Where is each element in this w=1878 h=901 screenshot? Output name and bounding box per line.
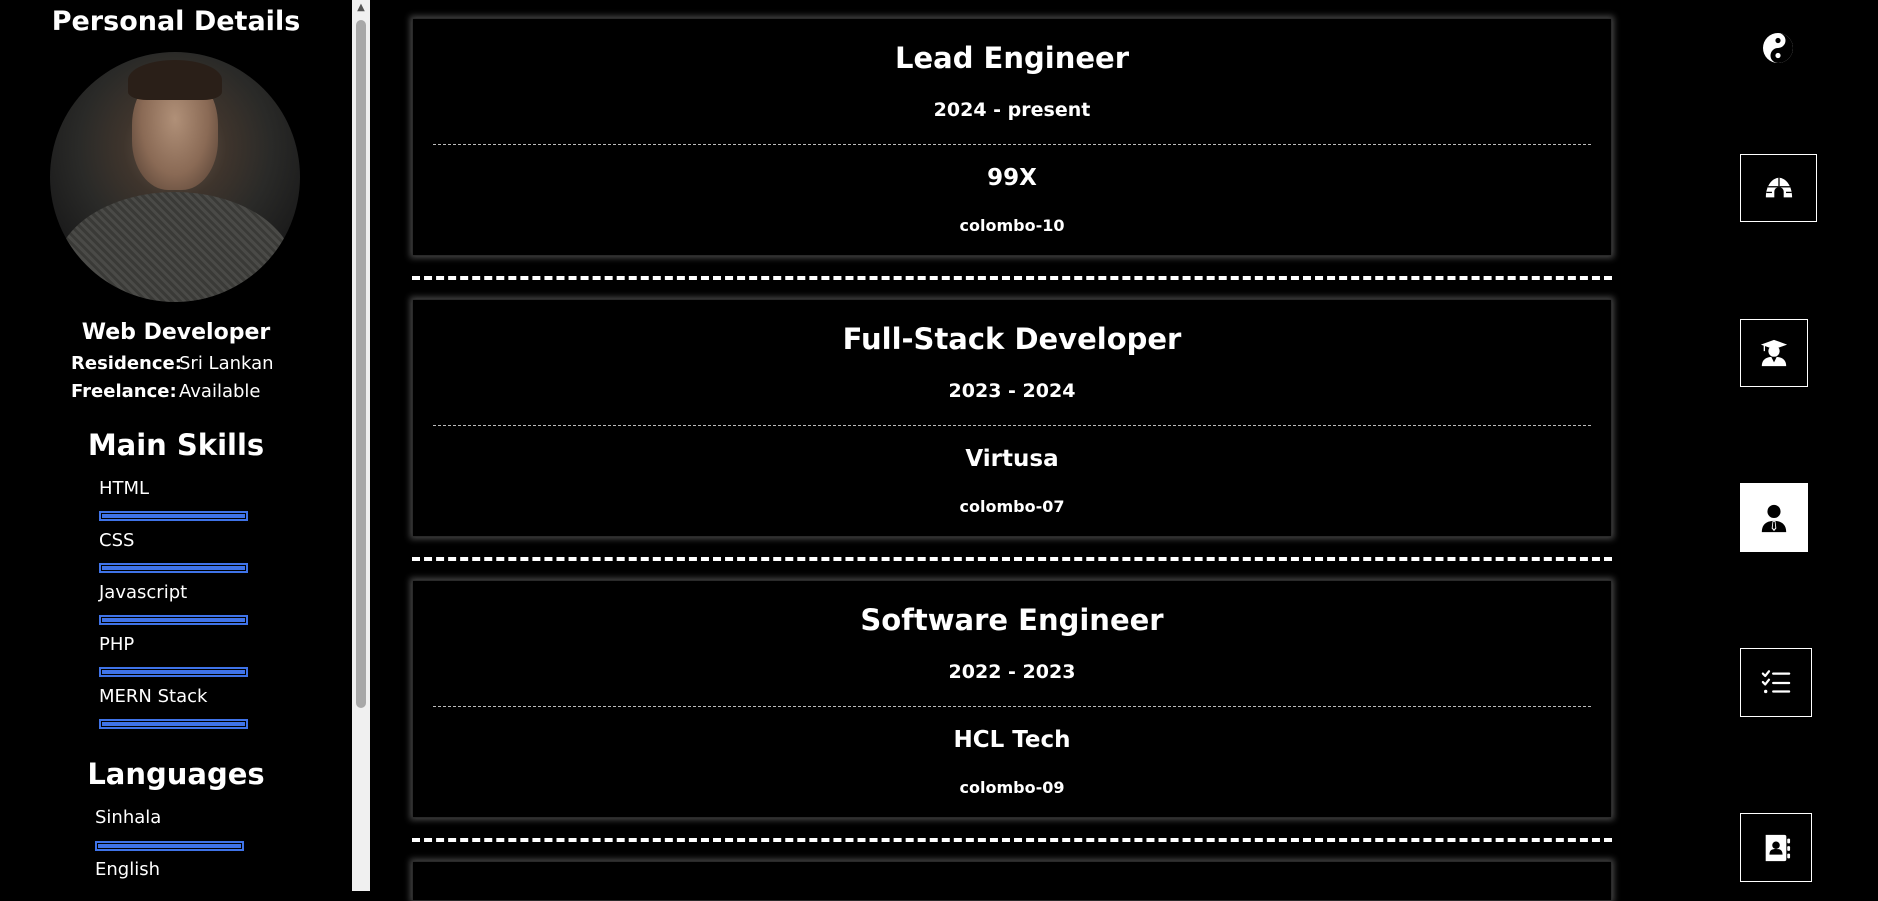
job-period: 2024 - present xyxy=(933,99,1091,121)
timeline-divider xyxy=(412,838,1612,842)
job-period: 2023 - 2024 xyxy=(948,380,1076,402)
residence-row: Residence:Sri Lankan xyxy=(71,353,274,374)
skill-bar xyxy=(99,563,248,573)
skill-bar xyxy=(99,615,248,625)
job-title: Lead Engineer xyxy=(894,41,1129,75)
company-location: colombo-07 xyxy=(959,497,1065,516)
experience-card: Lead Engineer 2024 - present 99X colombo… xyxy=(412,18,1612,256)
personal-details-sidebar: Personal Details Web Developer Residence… xyxy=(0,0,352,891)
graduate-icon xyxy=(1760,339,1788,367)
company-name: Virtusa xyxy=(965,446,1059,472)
main-skills-title: Main Skills xyxy=(87,428,265,462)
nav-experience-button[interactable] xyxy=(1740,483,1808,552)
experience-card xyxy=(412,861,1612,901)
language-bar xyxy=(95,841,244,851)
skill-label: Javascript xyxy=(99,582,188,603)
company-location: colombo-09 xyxy=(959,778,1065,797)
sidebar-scrollbar[interactable]: ▲ xyxy=(352,0,370,891)
timeline-divider xyxy=(412,276,1612,280)
skill-label: HTML xyxy=(99,478,150,499)
languages-title: Languages xyxy=(87,757,265,791)
personal-details-title: Personal Details xyxy=(51,6,301,37)
card-divider xyxy=(433,425,1591,426)
avatar xyxy=(50,52,300,302)
scroll-thumb[interactable] xyxy=(356,20,366,708)
address-book-icon xyxy=(1765,834,1791,861)
scroll-up-arrow-icon[interactable]: ▲ xyxy=(352,0,370,16)
skill-label: CSS xyxy=(99,530,135,551)
skill-label: MERN Stack xyxy=(99,686,208,707)
company-name: 99X xyxy=(987,165,1037,191)
card-divider xyxy=(433,706,1591,707)
language-label: English xyxy=(95,859,160,880)
company-name: HCL Tech xyxy=(953,727,1071,753)
yin-yang-icon xyxy=(1763,33,1793,63)
skill-label: PHP xyxy=(99,634,135,655)
experience-card: Full-Stack Developer 2023 - 2024 Virtusa… xyxy=(412,299,1612,537)
nav-education-button[interactable] xyxy=(1740,319,1808,387)
nav-home-button[interactable] xyxy=(1740,154,1817,222)
skill-bar xyxy=(99,511,248,521)
experience-timeline: Lead Engineer 2024 - present 99X colombo… xyxy=(370,0,1660,901)
job-title: Full-Stack Developer xyxy=(842,322,1182,356)
role-title: Web Developer xyxy=(81,320,271,345)
user-tie-icon xyxy=(1761,504,1787,532)
freelance-row: Freelance: Available xyxy=(71,381,260,402)
residence-value: Sri Lankan xyxy=(179,353,274,374)
list-check-icon xyxy=(1761,669,1791,693)
nav-contact-button[interactable] xyxy=(1740,813,1812,882)
freelance-value: Available xyxy=(179,381,261,402)
card-divider xyxy=(433,144,1591,145)
timeline-divider xyxy=(412,557,1612,561)
experience-card: Software Engineer 2022 - 2023 HCL Tech c… xyxy=(412,580,1612,818)
residence-label: Residence: xyxy=(71,353,182,374)
job-period: 2022 - 2023 xyxy=(948,661,1076,683)
nav-skills-button[interactable] xyxy=(1740,648,1812,717)
job-title: Software Engineer xyxy=(860,603,1164,637)
freelance-label: Freelance: xyxy=(71,381,177,402)
language-label: Sinhala xyxy=(95,807,162,828)
skill-bar xyxy=(99,667,248,677)
igloo-icon xyxy=(1765,177,1792,198)
company-location: colombo-10 xyxy=(959,216,1065,235)
theme-toggle[interactable] xyxy=(1762,32,1794,64)
skill-bar xyxy=(99,719,248,729)
